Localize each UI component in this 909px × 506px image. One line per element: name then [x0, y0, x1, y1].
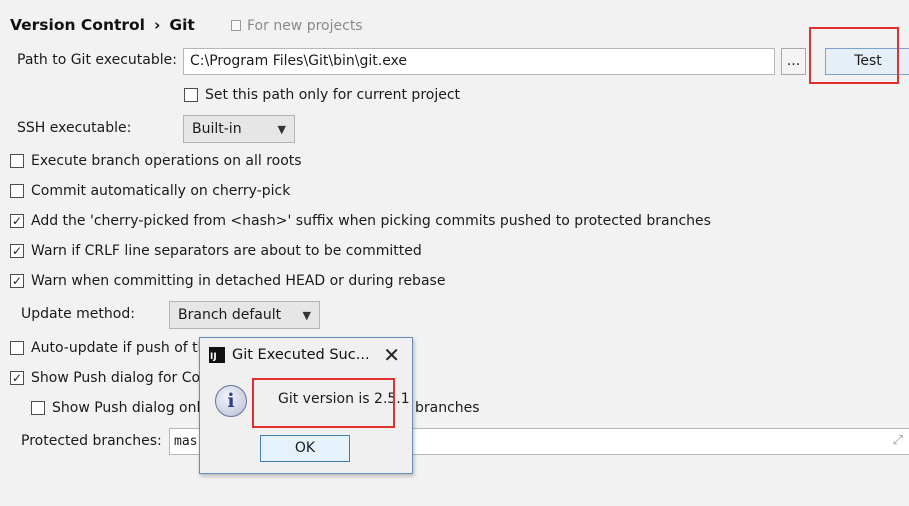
option-row[interactable]: ✓ Warn when committing in detached HEAD …: [10, 273, 445, 289]
option-row[interactable]: ✓ Warn if CRLF line separators are about…: [10, 243, 422, 259]
auto-update-label: Auto-update if push of th: [31, 340, 207, 356]
show-push-label: Show Push dialog for Con: [31, 370, 209, 386]
option-label: Warn when committing in detached HEAD or…: [31, 273, 446, 289]
protected-branches-label: Protected branches:: [21, 433, 162, 449]
breadcrumb-current: Git: [169, 16, 195, 34]
option-checkbox[interactable]: [10, 184, 24, 198]
option-checkbox[interactable]: ✓: [10, 274, 24, 288]
intellij-app-icon: IJ: [209, 347, 225, 363]
show-push-only-suffix: branches: [415, 400, 480, 416]
option-label: Warn if CRLF line separators are about t…: [31, 243, 422, 259]
show-push-only-checkbox[interactable]: [31, 401, 45, 415]
show-push-only-row[interactable]: Show Push dialog only: [31, 400, 209, 416]
current-project-checkbox[interactable]: [184, 88, 198, 102]
expand-icon[interactable]: ⤢: [893, 433, 903, 448]
breadcrumb: Version Control › Git: [10, 16, 195, 34]
chevron-down-icon: ▼: [302, 308, 311, 322]
checkmark-icon: ✓: [11, 371, 23, 385]
option-checkbox[interactable]: [10, 154, 24, 168]
info-icon: i: [215, 385, 247, 417]
breadcrumb-separator: ›: [154, 16, 161, 34]
chevron-down-icon: ▼: [277, 122, 286, 136]
highlight-test-box: [809, 27, 899, 84]
checkmark-icon: ✓: [11, 244, 23, 258]
scope-hint: For new projects: [231, 18, 363, 34]
dialog-title: Git Executed Suc...: [232, 347, 370, 363]
auto-update-row[interactable]: Auto-update if push of th: [10, 340, 207, 356]
close-icon[interactable]: ✕: [383, 343, 400, 367]
option-checkbox[interactable]: ✓: [10, 214, 24, 228]
option-label: Add the 'cherry-picked from <hash>' suff…: [31, 213, 711, 229]
scope-hint-text: For new projects: [247, 18, 363, 34]
update-method-select[interactable]: Branch default ▼: [169, 301, 320, 329]
ssh-label: SSH executable:: [17, 120, 132, 136]
git-path-label: Path to Git executable:: [17, 52, 177, 68]
option-row[interactable]: Commit automatically on cherry-pick: [10, 183, 290, 199]
project-icon: [231, 20, 241, 31]
highlight-version-box: [252, 378, 395, 428]
update-method-value: Branch default: [178, 307, 282, 323]
option-row[interactable]: Execute branch operations on all roots: [10, 153, 302, 169]
browse-button[interactable]: ...: [781, 48, 806, 75]
breadcrumb-parent[interactable]: Version Control: [10, 16, 145, 34]
checkmark-icon: ✓: [11, 274, 23, 288]
checkmark-icon: ✓: [11, 214, 23, 228]
git-path-input[interactable]: C:\Program Files\Git\bin\git.exe: [183, 48, 775, 75]
show-push-only-label: Show Push dialog only: [52, 400, 209, 416]
show-push-row[interactable]: ✓ Show Push dialog for Con: [10, 370, 209, 386]
ok-button[interactable]: OK: [260, 435, 350, 462]
option-label: Commit automatically on cherry-pick: [31, 183, 291, 199]
option-row[interactable]: ✓ Add the 'cherry-picked from <hash>' su…: [10, 213, 711, 229]
current-project-label: Set this path only for current project: [205, 87, 461, 103]
show-push-checkbox[interactable]: ✓: [10, 371, 24, 385]
update-method-label: Update method:: [21, 306, 135, 322]
option-checkbox[interactable]: ✓: [10, 244, 24, 258]
current-project-row[interactable]: Set this path only for current project: [184, 87, 460, 103]
option-label: Execute branch operations on all roots: [31, 153, 302, 169]
ssh-select[interactable]: Built-in ▼: [183, 115, 295, 143]
ssh-select-value: Built-in: [192, 121, 242, 137]
auto-update-checkbox[interactable]: [10, 341, 24, 355]
